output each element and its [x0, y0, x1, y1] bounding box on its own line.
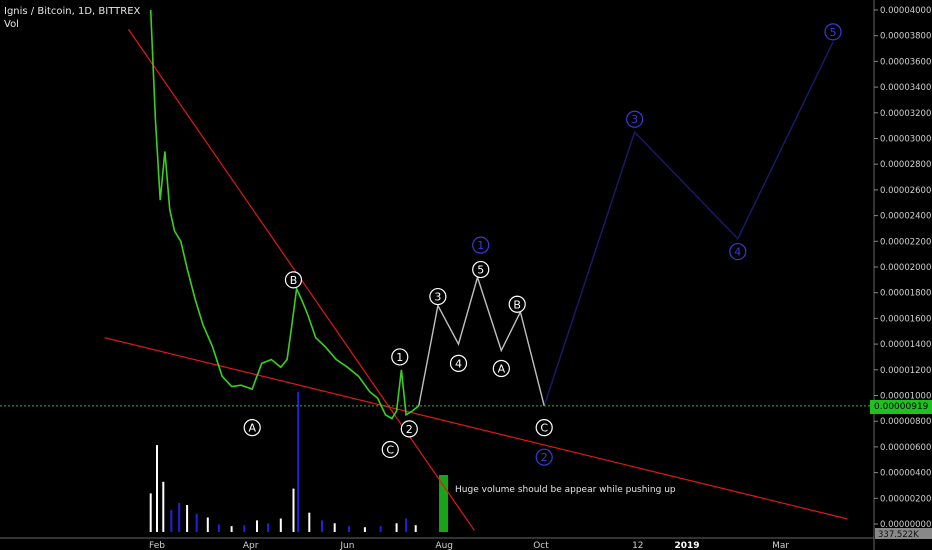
wave-label: 3	[434, 291, 441, 304]
x-tick-label: Aug	[435, 541, 453, 550]
wave-label: 1	[396, 351, 403, 364]
x-tick-label: Jun	[339, 541, 354, 550]
wave-label: B	[513, 298, 521, 311]
volume-readout: 337.522K	[878, 530, 919, 540]
volume-bar	[405, 518, 408, 532]
volume-annotation: Huge volume should be appear while pushi…	[455, 485, 676, 495]
wave-label: B	[290, 274, 298, 287]
volume-bar	[256, 520, 258, 532]
y-tick-label: 0.00000600	[880, 443, 931, 453]
x-tick-label: Mar	[772, 541, 789, 550]
wave-label: 1	[477, 239, 484, 252]
volume-bar	[279, 518, 282, 532]
wave-label: 5	[829, 26, 836, 39]
y-tick-label: 0.00002400	[880, 212, 931, 222]
y-tick-label: 0.00000200	[880, 494, 931, 504]
y-tick-label: 0.00001400	[880, 340, 931, 350]
volume-bar	[195, 513, 198, 532]
symbol-title: Ignis / Bitcoin, 1D, BITTREX	[4, 6, 141, 17]
y-tick-label: 0.00002800	[880, 160, 931, 170]
x-tick-label: Oct	[533, 541, 549, 550]
volume-bar	[333, 523, 336, 532]
wave-label: A	[498, 363, 506, 376]
y-tick-label: 0.00001200	[880, 366, 931, 376]
x-tick-label: 2019	[674, 541, 699, 550]
price-line	[149, 9, 420, 420]
volume-bar	[292, 488, 295, 532]
volume-bar	[149, 493, 152, 532]
volume-bar	[297, 392, 300, 532]
y-tick-label: 0.00003400	[880, 83, 931, 93]
wave-label: 2	[406, 423, 413, 436]
wave-label: 5	[477, 264, 484, 277]
y-tick-label: 0.00003000	[880, 135, 931, 145]
volume-bar	[206, 517, 209, 532]
x-tick-label: Apr	[243, 541, 259, 550]
last-price-badge: 0.00000919	[870, 400, 932, 414]
volume-bar	[186, 505, 189, 532]
y-tick-label: 0.00000800	[880, 417, 931, 427]
y-tick-label: 0.00003800	[880, 32, 931, 42]
volume-bar	[178, 503, 181, 532]
volume-bar	[308, 512, 311, 532]
wave-label: 4	[734, 246, 741, 259]
y-tick-label: 0.00003600	[880, 57, 931, 67]
y-tick-label: 0.00004000	[880, 6, 931, 16]
volume-bar	[162, 481, 165, 532]
y-tick-label: 0.00000400	[880, 469, 931, 479]
volume-bar	[363, 527, 366, 532]
volume-bar	[379, 526, 382, 532]
y-tick-label: 0.00001800	[880, 289, 931, 299]
x-tick-label: Feb	[149, 541, 165, 550]
wave-label: C	[386, 443, 394, 456]
volume-bar	[230, 526, 233, 532]
y-tick-label: 0.00001600	[880, 314, 931, 324]
y-tick-label: 0.00002000	[880, 263, 931, 273]
wave-label: C	[540, 422, 548, 435]
plot-area: Huge volume should be appear while pushi…	[0, 9, 874, 532]
wave-label: 2	[541, 451, 548, 464]
volume-marker-bar	[439, 475, 449, 532]
volume-label: Vol	[4, 19, 19, 30]
y-tick-label: 0.00003200	[880, 109, 931, 119]
volume-bar	[156, 445, 158, 532]
x-tick-label: 12	[632, 541, 643, 550]
volume-bar	[348, 526, 350, 532]
y-tick-label: 0.00002200	[880, 237, 931, 247]
chart-header: Ignis / Bitcoin, 1D, BITTREX Vol	[4, 5, 140, 31]
wave-label: 3	[631, 113, 638, 126]
price-chart[interactable]: Huge volume should be appear while pushi…	[0, 0, 932, 550]
volume-bar	[217, 524, 220, 532]
wave-label: 4	[455, 357, 462, 370]
wave-label: A	[248, 422, 256, 435]
volume-bar	[267, 523, 270, 532]
projection-blue-path	[543, 41, 834, 407]
volume-bar	[321, 520, 323, 532]
y-tick-label: 0.00002600	[880, 186, 931, 196]
volume-bar	[395, 523, 398, 532]
volume-bar	[170, 509, 173, 532]
volume-bar	[414, 525, 417, 532]
volume-bar	[243, 525, 246, 532]
